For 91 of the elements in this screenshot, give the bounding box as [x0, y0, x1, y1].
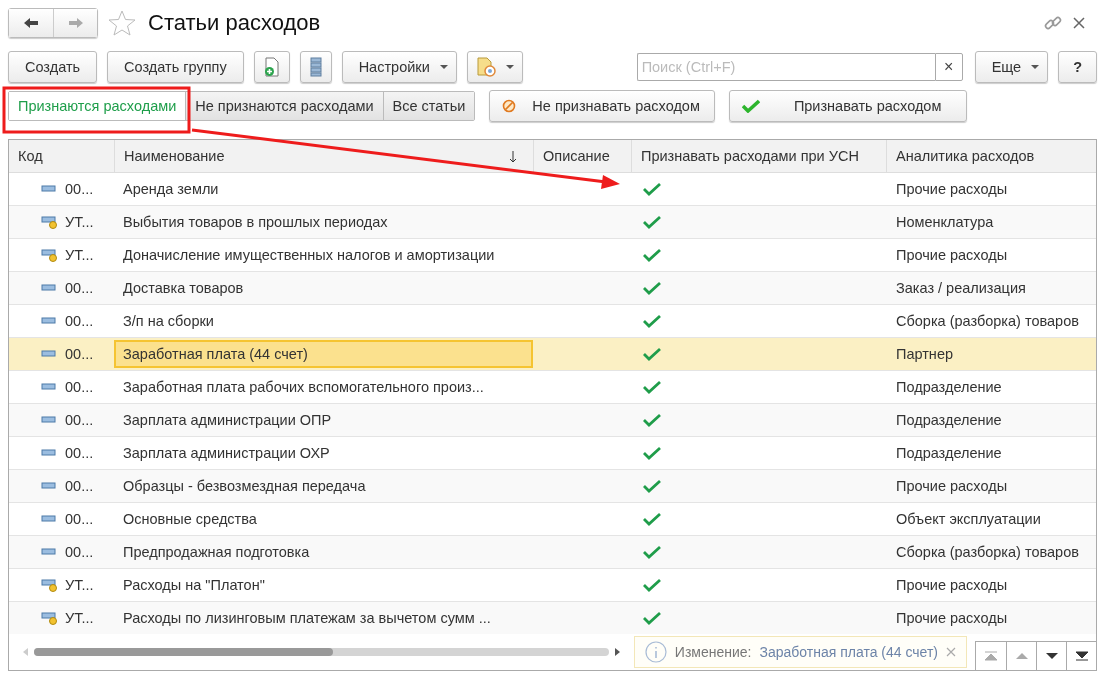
table-row[interactable]: 00... Заработная плата (44 счет) Партнер — [9, 338, 1096, 371]
analytics-cell: Прочие расходы — [896, 247, 1008, 263]
code-cell: 00... — [65, 346, 94, 362]
column-header[interactable]: Код — [9, 140, 114, 172]
name-cell-text: Доставка товаров — [122, 279, 245, 298]
item-marked-icon — [41, 578, 57, 592]
analytics-cell: Подразделение — [896, 445, 1002, 461]
table-row[interactable]: УТ... Выбытия товаров в прошлых периодах Номенклатура — [9, 206, 1096, 239]
accept-button[interactable]: Признавать расходом — [728, 90, 967, 122]
item-marked-icon — [41, 215, 57, 229]
notification-title: Изменение: — [674, 644, 752, 660]
checkmark-icon — [741, 99, 760, 113]
name-cell-text: Аренда земли — [122, 180, 220, 199]
name-cell-text: Выбытия товаров в прошлых периодах — [122, 213, 389, 232]
table-row[interactable]: 00... Доставка товаров Заказ / реализация — [9, 272, 1096, 305]
analytics-cell: Сборка (разборка) товаров — [896, 313, 1079, 329]
column-header[interactable]: Признавать расходами при УСН — [631, 140, 886, 172]
analytics-cell: Прочие расходы — [896, 478, 1008, 494]
name-cell-text: Образцы - безвозмездная передача — [122, 477, 367, 496]
list-button[interactable] — [299, 51, 332, 83]
table-row[interactable]: 00... Зарплата администрации ОПР Подразделение — [9, 404, 1096, 437]
back-arrow-icon — [23, 17, 39, 29]
prohibited-icon — [502, 99, 517, 113]
analytics-cell: Прочие расходы — [896, 181, 1008, 197]
star-icon[interactable] — [108, 10, 136, 36]
code-cell: УТ... — [65, 610, 94, 626]
code-cell: УТ... — [65, 247, 94, 263]
settings-button[interactable]: Настройки — [341, 51, 457, 83]
code-cell: 00... — [65, 181, 94, 197]
analytics-cell: Заказ / реализация — [896, 280, 1026, 296]
code-cell: 00... — [65, 511, 94, 527]
name-cell: Заработная плата (44 счет) — [114, 340, 533, 368]
first-icon — [984, 651, 998, 661]
up-icon — [1014, 652, 1029, 660]
close-icon[interactable] — [1073, 17, 1085, 29]
report-icon — [475, 57, 496, 77]
code-cell: 00... — [65, 280, 94, 296]
name-cell-text: Заработная плата рабочих вспомогательного произ... — [122, 378, 485, 397]
table-row[interactable]: УТ... Расходы по лизинговым платежам за вычетом сумм ... Прочие расходы — [9, 602, 1096, 634]
code-cell: УТ... — [65, 577, 94, 593]
analytics-cell: Сборка (разборка) товаров — [896, 544, 1079, 560]
code-cell: 00... — [65, 412, 94, 428]
analytics-cell: Прочие расходы — [896, 610, 1008, 626]
down-icon — [1044, 652, 1059, 660]
search-field[interactable]: Поиск (Ctrl+F) — [636, 53, 935, 81]
create-button[interactable]: Создать — [8, 51, 98, 83]
document-add-icon — [263, 57, 280, 77]
code-cell: 00... — [65, 544, 94, 560]
analytics-cell: Прочие расходы — [896, 577, 1008, 593]
name-cell-text: З/п на сборки — [122, 312, 215, 331]
name-cell-text: Расходы по лизинговым платежам за вычетом сумм ... — [122, 609, 492, 628]
info-icon — [644, 641, 667, 663]
code-cell: 00... — [65, 379, 94, 395]
name-cell-text: Расходы на "Платон" — [122, 576, 266, 595]
name-cell-text: Зарплата администрации ОХР — [122, 444, 331, 463]
clear-search-button[interactable]: × — [934, 53, 963, 81]
column-header[interactable]: Описание — [533, 140, 631, 172]
item-marked-icon — [41, 248, 57, 262]
last-icon — [1074, 651, 1089, 661]
code-cell: 00... — [65, 313, 94, 329]
analytics-cell: Подразделение — [896, 412, 1002, 428]
name-cell-text: Доначисление имущественных налогов и амортизации — [122, 246, 496, 265]
help-button[interactable]: ? — [1058, 51, 1097, 83]
filter-tab[interactable]: Все статьи — [382, 92, 475, 120]
code-cell: УТ... — [65, 214, 94, 230]
more-button[interactable]: Еще — [974, 51, 1049, 83]
notification-text: Заработная плата (44 счет) — [759, 644, 938, 660]
name-cell-text: Зарплата администрации ОПР — [122, 411, 333, 430]
analytics-cell: Номенклатура — [896, 214, 994, 230]
name-cell-text: Основные средства — [122, 510, 258, 529]
sort-arrow-icon — [509, 151, 517, 163]
code-cell: 00... — [65, 445, 94, 461]
table-row[interactable]: 00... Предпродажная подготовка Сборка (разборка) товаров — [9, 536, 1096, 569]
back-button[interactable] — [9, 9, 53, 37]
create-group-button[interactable]: Создать группу — [107, 51, 244, 83]
analytics-cell: Объект эксплуатации — [896, 511, 1041, 527]
name-cell-text: Предпродажная подготовка — [122, 543, 311, 562]
analytics-cell: Партнер — [896, 346, 953, 362]
table-row[interactable]: 00... Образцы - безвозмездная передача Прочие расходы — [9, 470, 1096, 503]
item-marked-icon — [41, 611, 57, 625]
code-cell: 00... — [65, 478, 94, 494]
column-header[interactable]: Наименование — [114, 140, 533, 172]
new-document-button[interactable] — [253, 51, 290, 83]
report-button[interactable] — [466, 51, 523, 83]
reject-button[interactable]: Не признавать расходом — [489, 90, 715, 122]
forward-arrow-icon — [67, 17, 84, 29]
list-icon — [309, 57, 322, 77]
column-header[interactable]: Аналитика расходов — [886, 140, 1096, 172]
analytics-cell: Подразделение — [896, 379, 1002, 395]
window-title: Статьи расходов — [148, 10, 321, 36]
filter-tab[interactable]: Не признаются расходами — [185, 92, 383, 120]
